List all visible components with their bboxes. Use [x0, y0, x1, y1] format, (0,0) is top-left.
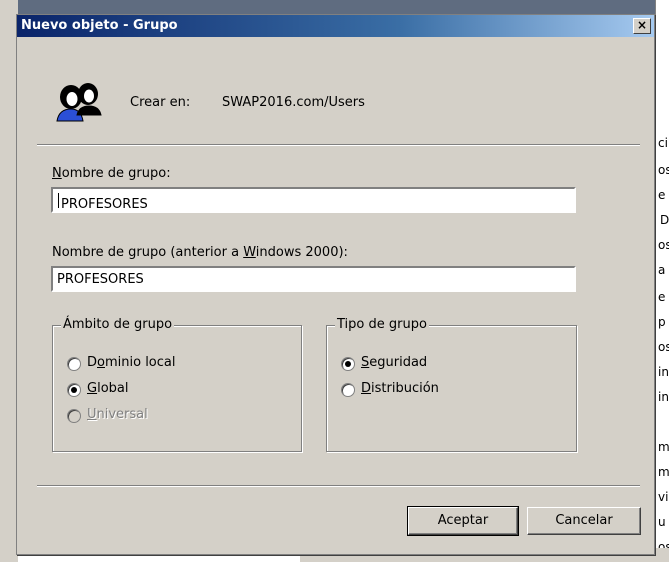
group-type-title: Tipo de grupo — [335, 317, 429, 332]
radio-global[interactable] — [67, 383, 81, 397]
background-text: vi — [658, 490, 669, 504]
ok-button[interactable]: Aceptar — [407, 506, 519, 536]
close-icon: × — [636, 18, 648, 32]
background-text: os — [658, 163, 669, 177]
create-in-value: SWAP2016.com/Users — [222, 95, 365, 110]
radio-domain-local[interactable] — [67, 357, 81, 371]
background-text: a — [658, 263, 666, 277]
radio-domain-local-label[interactable]: Dominio local — [87, 355, 176, 370]
radio-universal — [67, 409, 81, 423]
separator — [37, 144, 640, 146]
close-button[interactable]: × — [633, 18, 651, 34]
separator — [37, 485, 640, 487]
group-type-groupbox: Tipo de grupo Seguridad Distribución — [326, 317, 577, 452]
radio-distribution[interactable] — [341, 383, 355, 397]
background-text: e — [658, 290, 666, 304]
new-group-dialog: Nuevo objeto - Grupo × Crear en: SWAP201… — [16, 14, 655, 555]
title-bar[interactable]: Nuevo objeto - Grupo × — [17, 15, 654, 37]
background-text: in — [658, 365, 669, 379]
legacy-group-name-label: Nombre de grupo (anterior a Windows 2000… — [52, 245, 348, 260]
legacy-group-name-input[interactable]: PROFESORES — [51, 266, 576, 292]
legacy-group-name-value: PROFESORES — [57, 272, 144, 287]
background-text: os — [658, 238, 669, 252]
background-right-pane: ci os e D os a e p os in in m m vi u os — [655, 0, 669, 562]
radio-distribution-label[interactable]: Distribución — [361, 381, 439, 396]
group-name-value: PROFESORES — [57, 193, 148, 212]
radio-global-label[interactable]: Global — [87, 381, 128, 396]
group-users-icon — [56, 83, 102, 122]
group-name-label: Nombre de grupo: — [52, 166, 171, 181]
radio-security[interactable] — [341, 357, 355, 371]
background-text: os — [658, 340, 669, 354]
background-text: D — [660, 213, 669, 227]
dialog-title: Nuevo objeto - Grupo — [21, 18, 178, 33]
background-text: u — [658, 515, 666, 529]
background-text: in — [658, 390, 669, 404]
background-text: ci — [658, 136, 668, 150]
background-text: m — [658, 465, 669, 479]
background-text: m — [658, 440, 669, 454]
group-name-input[interactable]: PROFESORES — [51, 187, 576, 213]
cancel-button[interactable]: Cancelar — [527, 507, 641, 535]
create-in-label: Crear en: — [130, 95, 191, 110]
radio-security-label[interactable]: Seguridad — [361, 355, 427, 370]
radio-universal-label: Universal — [87, 407, 148, 422]
group-scope-groupbox: Ámbito de grupo Dominio local Global Uni… — [52, 317, 302, 452]
background-text: e — [658, 188, 666, 202]
group-scope-title: Ámbito de grupo — [61, 317, 175, 332]
background-text: p — [658, 315, 666, 329]
